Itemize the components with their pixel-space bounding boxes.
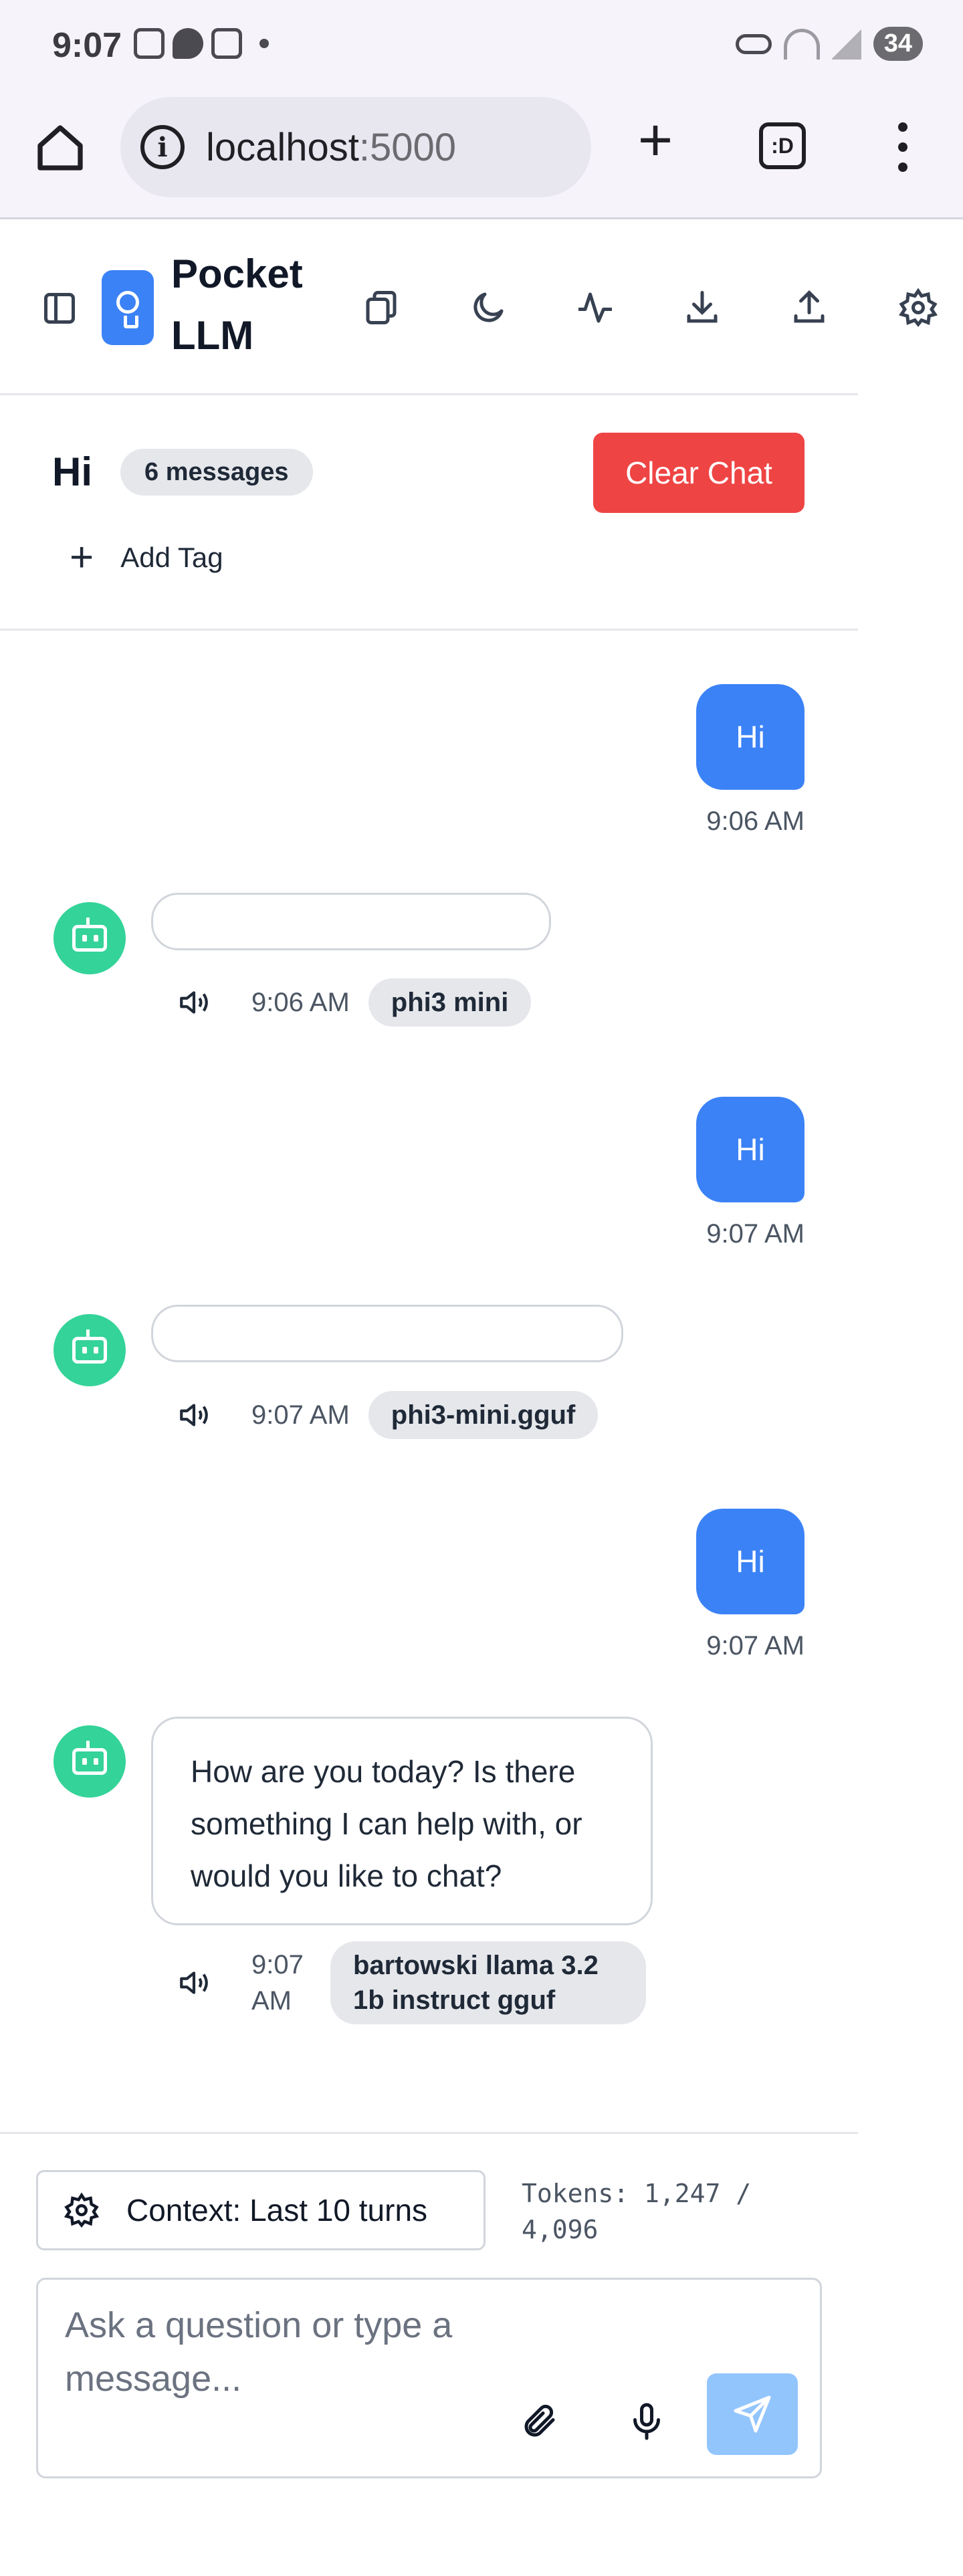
composer: Context: Last 10 turns Tokens: 1,247 / 4… <box>0 2132 858 2576</box>
model-badge: phi3 mini <box>368 978 532 1027</box>
home-button[interactable] <box>33 121 87 175</box>
model-badge: bartowski llama 3.2 1b instruct gguf <box>330 1941 646 2024</box>
context-label: Context: Last 10 turns <box>126 2193 428 2228</box>
robot-icon <box>72 918 107 952</box>
token-counter: Tokens: 1,247 / 4,096 <box>522 2179 752 2244</box>
site-info-icon[interactable]: i <box>140 125 185 169</box>
app-logo <box>102 270 154 345</box>
speaker-icon[interactable] <box>175 986 213 1019</box>
calendar-icon <box>211 28 242 59</box>
wifi-icon <box>783 28 820 60</box>
message-list: Hi 9:06 AM 9:06 AM phi3 mini Hi 9:07 AM … <box>0 631 858 2132</box>
user-message-bubble: Hi <box>696 1509 805 1614</box>
assistant-message-bubble <box>151 893 551 950</box>
download-icon <box>687 291 718 323</box>
assistant-avatar <box>54 1314 126 1386</box>
voice-input-button[interactable] <box>627 2400 667 2443</box>
url-port: :5000 <box>358 125 457 169</box>
assistant-message-bubble: How are you today? Is there something I … <box>151 1717 653 1925</box>
status-time: 9:07 <box>52 26 122 65</box>
model-badge: phi3-mini.gguf <box>368 1391 599 1439</box>
message-icon <box>173 28 203 59</box>
settings-button[interactable] <box>898 288 938 328</box>
speaker-icon[interactable] <box>175 1398 213 1432</box>
new-tab-button[interactable]: + <box>629 110 682 171</box>
paperclip-icon <box>524 2404 555 2437</box>
assistant-message-meta: 9:06 AM phi3 mini <box>175 978 532 1027</box>
assistant-message-time: 9:07 AM <box>251 1950 304 2016</box>
url-host: localhost <box>206 125 359 169</box>
notification-icons <box>134 28 269 59</box>
assistant-avatar <box>54 902 126 974</box>
import-button[interactable] <box>789 288 829 328</box>
sidebar-toggle-icon[interactable] <box>44 293 75 324</box>
plus-icon: + <box>70 534 94 580</box>
browser-menu-button[interactable] <box>889 117 916 177</box>
activity-button[interactable] <box>575 288 615 328</box>
add-tag-label: Add Tag <box>120 542 223 573</box>
attach-button[interactable] <box>520 2401 560 2442</box>
microphone-icon <box>633 2403 660 2440</box>
more-notifications-dot <box>259 39 269 48</box>
robot-icon <box>72 1329 107 1364</box>
theme-toggle-button[interactable] <box>468 288 508 328</box>
context-settings-button[interactable]: Context: Last 10 turns <box>36 2170 486 2250</box>
user-message-bubble: Hi <box>696 684 805 790</box>
robot-icon <box>72 1741 107 1775</box>
status-bar: 9:07 34 <box>0 0 963 90</box>
copy-icon <box>366 291 397 324</box>
assistant-message-bubble <box>151 1305 623 1362</box>
lightbulb-icon <box>116 291 139 328</box>
chat-title: Hi <box>52 449 92 494</box>
assistant-message-time: 9:07 AM <box>251 1400 350 1430</box>
user-message-bubble: Hi <box>696 1097 805 1202</box>
clear-chat-button[interactable]: Clear Chat <box>593 433 805 513</box>
speaker-icon[interactable] <box>175 1966 213 2000</box>
app-title: Pocket LLM <box>171 251 303 358</box>
home-icon <box>37 125 83 171</box>
assistant-message-time: 9:06 AM <box>251 987 350 1017</box>
vpn-key-icon <box>735 33 772 54</box>
user-message-time: 9:06 AM <box>706 807 805 836</box>
upload-icon <box>794 290 825 323</box>
activity-icon <box>578 292 612 323</box>
signal-icon <box>831 28 861 60</box>
export-button[interactable] <box>682 288 722 328</box>
browser-toolbar: i localhost:5000 + :D <box>0 90 963 217</box>
system-icons: 34 <box>735 27 923 61</box>
assistant-avatar <box>54 1725 126 1798</box>
user-message-time: 9:07 AM <box>706 1631 805 1660</box>
copy-button[interactable] <box>361 288 401 328</box>
user-message-time: 9:07 AM <box>706 1219 805 1249</box>
url-text: localhost:5000 <box>206 125 456 170</box>
assistant-message-meta: 9:07 AM phi3-mini.gguf <box>175 1391 599 1439</box>
moon-icon <box>473 292 504 322</box>
message-input-placeholder: Ask a question or type a message... <box>65 2305 453 2399</box>
address-bar[interactable]: i localhost:5000 <box>120 97 591 197</box>
screenshot-icon <box>134 28 165 59</box>
tab-switcher-button[interactable]: :D <box>759 122 806 169</box>
chat-header: Hi 6 messages Clear Chat + Add Tag <box>0 395 858 631</box>
battery-indicator: 34 <box>873 27 923 61</box>
app-header: Pocket LLM <box>0 219 938 395</box>
send-button[interactable] <box>707 2373 798 2455</box>
message-input[interactable]: Ask a question or type a message... <box>36 2278 822 2478</box>
gear-icon <box>64 2192 100 2228</box>
message-count-badge: 6 messages <box>120 449 313 496</box>
gear-icon <box>899 288 938 328</box>
add-tag-button[interactable]: + Add Tag <box>70 534 223 580</box>
send-icon <box>734 2395 771 2433</box>
assistant-message-meta: 9:07 AM bartowski llama 3.2 1b instruct … <box>175 1941 646 2024</box>
